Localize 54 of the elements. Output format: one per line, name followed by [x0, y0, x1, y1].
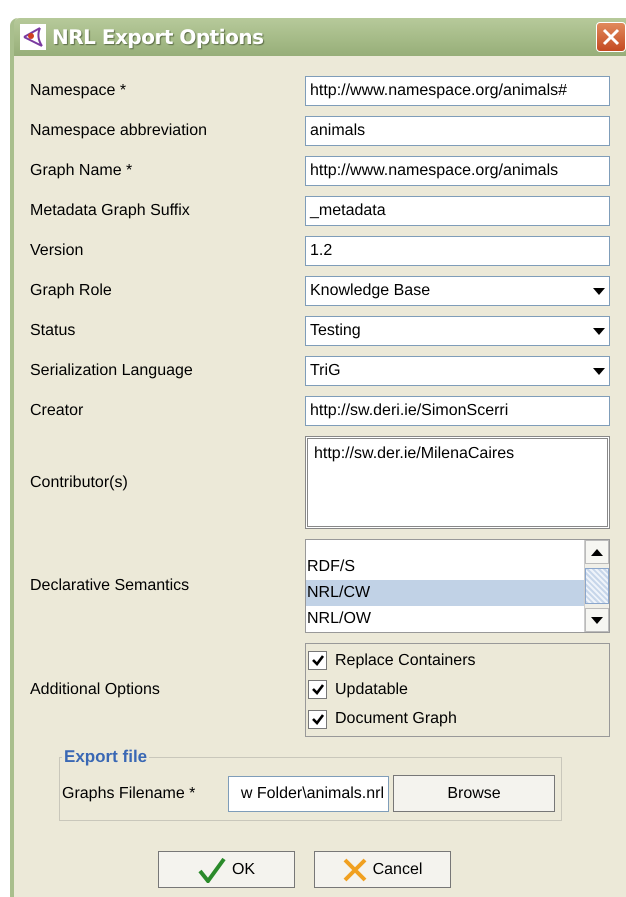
text-field[interactable]: _metadata: [305, 196, 610, 226]
list-item[interactable]: NRL/OW: [306, 606, 584, 632]
text-field[interactable]: animals: [305, 116, 610, 146]
checkbox-label: Updatable: [335, 680, 408, 699]
field-label: Status: [30, 322, 76, 340]
field-label: Namespace abbreviation: [30, 122, 208, 140]
scroll-down-button[interactable]: [585, 608, 609, 632]
up-arrow-icon: [591, 548, 603, 556]
check-mark-icon: [312, 684, 324, 696]
checkbox[interactable]: [308, 680, 327, 700]
field-label: Version: [30, 242, 84, 260]
field-label: Graph Role: [30, 282, 113, 300]
checkbox-label: Replace Containers: [335, 652, 476, 670]
dropdown[interactable]: Knowledge Base: [305, 276, 610, 306]
list-item[interactable]: NRL/CW: [306, 580, 584, 606]
dropdown[interactable]: TriG: [305, 356, 610, 386]
down-arrow-icon: [591, 616, 603, 624]
field-label: Declarative Semantics: [30, 577, 190, 595]
text-field[interactable]: http://www.namespace.org/animals#: [305, 76, 610, 106]
scroll-up-button[interactable]: [585, 540, 609, 564]
text-field[interactable]: http://www.namespace.org/animals: [305, 156, 610, 186]
field-label: Contributor(s): [30, 474, 129, 492]
checkbox-label: Document Graph: [335, 710, 457, 728]
window-title: NRL Export Options: [52, 25, 264, 49]
close-button[interactable]: [596, 22, 626, 52]
field-label: Graphs Filename *: [62, 784, 196, 802]
browse-button[interactable]: Browse: [393, 775, 555, 812]
text-field[interactable]: w Folder\animals.nrl: [228, 776, 389, 812]
text-field[interactable]: http://sw.deri.ie/SimonScerri: [305, 396, 610, 426]
field-label: Graph Name *: [30, 162, 134, 180]
field-label: Serialization Language: [30, 362, 194, 380]
check-mark-icon: [312, 655, 324, 666]
text-field[interactable]: 1.2: [305, 236, 610, 266]
field-label: Namespace *: [30, 82, 128, 100]
field-label: Metadata Graph Suffix: [30, 202, 191, 220]
group-title: Export file: [63, 747, 148, 767]
cross-icon: [342, 858, 367, 882]
caret-icon: [593, 328, 605, 334]
field-label: Additional Options: [30, 681, 161, 699]
cancel-button[interactable]: Cancel: [314, 851, 451, 888]
text-area[interactable]: http://sw.der.ie/MilenaCaires: [305, 436, 610, 529]
scrollbar-thumb[interactable]: [585, 568, 609, 604]
close-icon: [602, 28, 620, 46]
check-icon: [198, 856, 226, 882]
caret-icon: [593, 368, 605, 374]
caret-icon: [593, 288, 605, 294]
ok-button[interactable]: OK: [158, 851, 295, 888]
dropdown[interactable]: Testing: [305, 316, 610, 346]
field-label: Creator: [30, 402, 84, 420]
app-icon: [20, 24, 46, 50]
check-mark-icon: [312, 714, 324, 725]
checkbox[interactable]: [308, 651, 327, 670]
checkbox[interactable]: [308, 710, 327, 729]
list-item[interactable]: RDF/S: [306, 554, 584, 580]
